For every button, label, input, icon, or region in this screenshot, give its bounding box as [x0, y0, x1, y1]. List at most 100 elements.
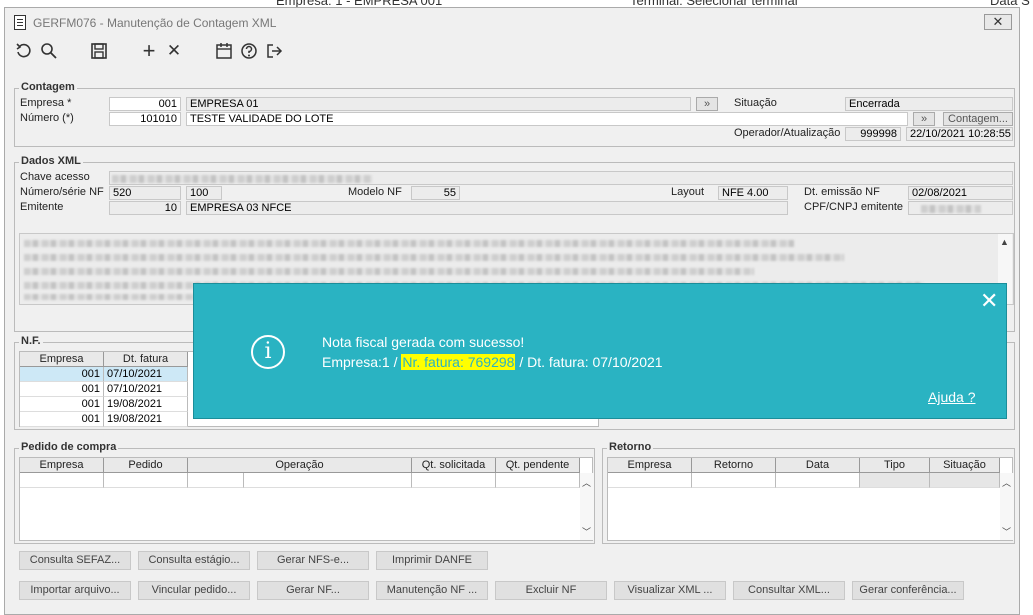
- chave-field: [109, 171, 1013, 185]
- table-cell[interactable]: [412, 473, 496, 488]
- calendar-icon[interactable]: [213, 40, 235, 62]
- consultar-xml-button[interactable]: Consultar XML...: [733, 581, 845, 600]
- atualizacao-field: 22/10/2021 10:28:55: [906, 127, 1013, 141]
- gerar-nf-button[interactable]: Gerar NF...: [257, 581, 369, 600]
- table-cell[interactable]: [496, 473, 580, 488]
- chave-label: Chave acesso: [20, 171, 90, 183]
- add-icon[interactable]: +: [138, 40, 160, 62]
- empresa-label: Empresa *: [20, 97, 72, 109]
- numero-serie-label: Número/série NF: [20, 186, 104, 198]
- info-icon: i: [251, 335, 285, 369]
- retorno-header-tipo[interactable]: Tipo: [860, 458, 930, 473]
- manutencao-nf-button[interactable]: Manutenção NF ...: [376, 581, 488, 600]
- table-cell[interactable]: 07/10/2021: [104, 382, 188, 397]
- vincular-pedido-button[interactable]: Vincular pedido...: [138, 581, 250, 600]
- nf-header-dt-fatura[interactable]: Dt. fatura: [104, 352, 188, 367]
- search-icon[interactable]: [38, 40, 60, 62]
- retorno-header-situacao[interactable]: Situação: [930, 458, 1000, 473]
- modelo-field: 55: [411, 186, 460, 200]
- table-row[interactable]: 001: [20, 367, 104, 382]
- notification-close-icon[interactable]: ✕: [980, 288, 998, 314]
- empresa-code-field[interactable]: 001: [109, 97, 181, 111]
- numero-label: Número (*): [20, 112, 74, 124]
- window-close-button[interactable]: ✕: [984, 14, 1012, 30]
- retorno-title: Retorno: [607, 441, 654, 453]
- dados-xml-title: Dados XML: [19, 155, 83, 167]
- retorno-header-retorno[interactable]: Retorno: [692, 458, 776, 473]
- pedido-header-qt-pendente[interactable]: Qt. pendente: [496, 458, 580, 473]
- undo-icon[interactable]: [13, 40, 35, 62]
- emissao-field: 02/08/2021: [908, 186, 1013, 200]
- table-cell[interactable]: [20, 473, 104, 488]
- numero-nf-field: 520: [109, 186, 181, 200]
- gerar-conferencia-button[interactable]: Gerar conferência...: [852, 581, 964, 600]
- table-cell[interactable]: 07/10/2021: [104, 367, 188, 382]
- pedido-header-pedido[interactable]: Pedido: [104, 458, 188, 473]
- operador-label: Operador/Atualização: [734, 127, 841, 139]
- table-cell[interactable]: [930, 473, 1000, 488]
- importar-arquivo-button[interactable]: Importar arquivo...: [19, 581, 131, 600]
- notification-details: Empresa:1 / Nr. fatura: 769298 / Dt. fat…: [322, 354, 663, 370]
- retorno-scrollbar[interactable]: ︿ ﹀: [1000, 473, 1014, 540]
- emissao-label: Dt. emissão NF: [804, 186, 880, 198]
- success-notification: i ✕ Nota fiscal gerada com sucesso! Empr…: [193, 283, 1007, 419]
- notification-fatura: Nr. fatura: 769298: [401, 354, 516, 370]
- retorno-frame: Retorno Empresa Retorno Data Tipo Situaç…: [602, 441, 1015, 544]
- exit-icon[interactable]: [263, 40, 285, 62]
- help-icon[interactable]: [238, 40, 260, 62]
- retorno-header-empresa[interactable]: Empresa: [608, 458, 692, 473]
- emitente-label: Emitente: [20, 201, 64, 213]
- pedido-header-operacao[interactable]: Operação: [188, 458, 412, 473]
- table-cell[interactable]: [776, 473, 860, 488]
- numero-desc-field[interactable]: TESTE VALIDADE DO LOTE: [186, 112, 908, 126]
- contagem-title: Contagem: [19, 81, 77, 93]
- emitente-name-field: EMPRESA 03 NFCE: [186, 201, 788, 215]
- title-bar: GERFM076 - Manutenção de Contagem XML ✕: [5, 8, 1019, 36]
- table-cell[interactable]: 19/08/2021: [104, 412, 188, 427]
- delete-icon[interactable]: ✕: [163, 40, 185, 62]
- table-cell[interactable]: [244, 473, 412, 488]
- consulta-estagio-button[interactable]: Consulta estágio...: [138, 551, 250, 570]
- table-cell[interactable]: [860, 473, 930, 488]
- visualizar-xml-button[interactable]: Visualizar XML ...: [614, 581, 726, 600]
- contagem-frame: Contagem Empresa * 001 EMPRESA 01 » Situ…: [14, 81, 1015, 147]
- table-row[interactable]: 001: [20, 412, 104, 427]
- serie-nf-field: 100: [186, 186, 222, 200]
- gerar-nfse-button[interactable]: Gerar NFS-e...: [257, 551, 369, 570]
- table-row[interactable]: 001: [20, 397, 104, 412]
- table-row[interactable]: 001: [20, 382, 104, 397]
- retorno-grid[interactable]: Empresa Retorno Data Tipo Situação ︿ ﹀: [607, 457, 1014, 541]
- pedido-scrollbar[interactable]: ︿ ﹀: [580, 473, 594, 540]
- table-cell[interactable]: [608, 473, 692, 488]
- empresa-name-field: EMPRESA 01: [186, 97, 691, 111]
- notification-message: Nota fiscal gerada com sucesso!: [322, 334, 525, 350]
- pedido-grid[interactable]: Empresa Pedido Operação Qt. solicitada Q…: [19, 457, 594, 541]
- table-cell[interactable]: [188, 473, 244, 488]
- contagem-button[interactable]: Contagem...: [943, 112, 1013, 126]
- layout-field: NFE 4.00: [718, 186, 788, 200]
- numero-lookup-button[interactable]: »: [913, 112, 935, 126]
- modelo-label: Modelo NF: [348, 186, 402, 198]
- consulta-sefaz-button[interactable]: Consulta SEFAZ...: [19, 551, 131, 570]
- layout-label: Layout: [671, 186, 705, 198]
- imprimir-danfe-button[interactable]: Imprimir DANFE: [376, 551, 488, 570]
- toolbar: + ✕: [5, 36, 1019, 66]
- operador-field: 999998: [845, 127, 901, 141]
- situacao-field: Encerrada: [845, 97, 1013, 111]
- emitente-code-field: 10: [109, 201, 181, 215]
- cpf-label: CPF/CNPJ emitente: [804, 201, 904, 213]
- save-icon[interactable]: [88, 40, 110, 62]
- numero-field[interactable]: 101010: [109, 112, 181, 126]
- cpf-field: [908, 201, 1013, 215]
- pedido-header-empresa[interactable]: Empresa: [20, 458, 104, 473]
- retorno-header-data[interactable]: Data: [776, 458, 860, 473]
- empresa-lookup-button[interactable]: »: [696, 97, 718, 111]
- excluir-nf-button[interactable]: Excluir NF: [495, 581, 607, 600]
- table-cell[interactable]: [104, 473, 188, 488]
- notification-dt-fatura: / Dt. fatura: 07/10/2021: [515, 354, 663, 370]
- table-cell[interactable]: [692, 473, 776, 488]
- help-link[interactable]: Ajuda ?: [928, 389, 975, 405]
- table-cell[interactable]: 19/08/2021: [104, 397, 188, 412]
- pedido-header-qt-solicitada[interactable]: Qt. solicitada: [412, 458, 496, 473]
- nf-header-empresa[interactable]: Empresa: [20, 352, 104, 367]
